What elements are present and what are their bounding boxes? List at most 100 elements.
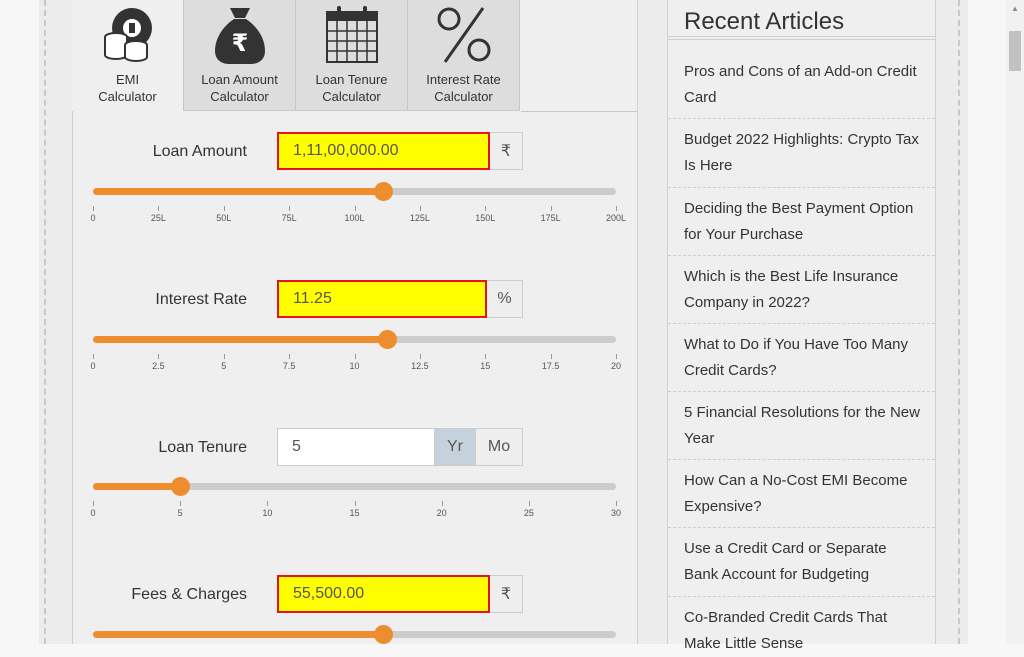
article-link[interactable]: 5 Financial Resolutions for the New Year	[684, 400, 924, 452]
interest-rate-scale: 0 2.5 5 7.5 10 12.5 15 17.5 20	[90, 354, 621, 374]
scale-tick	[354, 501, 356, 506]
loan-tenure-input[interactable]	[277, 428, 435, 466]
tenure-year-toggle[interactable]: Yr	[435, 428, 476, 466]
scale-tick	[223, 354, 225, 359]
article-link[interactable]: Deciding the Best Payment Option for You…	[684, 196, 924, 248]
article-link[interactable]: What to Do if You Have Too Many Credit C…	[684, 332, 924, 384]
article-link[interactable]: How Can a No-Cost EMI Become Expensive?	[684, 468, 924, 520]
scale-tick	[354, 354, 356, 359]
interest-rate-input[interactable]	[277, 280, 487, 318]
title-divider	[668, 36, 935, 40]
tab-label-line1: EMI	[115, 72, 140, 87]
scale-tick	[419, 354, 421, 359]
scale-tick-label: 100L	[344, 213, 365, 223]
loan-amount-label: Loan Amount	[152, 143, 247, 160]
scale-tick-label: 50L	[216, 213, 232, 223]
interest-rate-label: Interest Rate	[155, 291, 247, 308]
article-divider	[668, 255, 935, 256]
tenure-month-toggle[interactable]: Mo	[476, 428, 523, 466]
article-link[interactable]: Co-Branded Credit Cards That Make Little…	[684, 605, 924, 657]
tab-loan-amount-calculator[interactable]: ₹ Loan Amount Calculator	[184, 0, 296, 111]
loan-amount-input[interactable]	[277, 132, 490, 170]
scale-tick	[267, 501, 269, 506]
tab-interest-rate-calculator[interactable]: Interest Rate Calculator	[408, 0, 520, 111]
scale-tick	[550, 206, 552, 211]
right-dashed-border	[958, 0, 960, 644]
fees-charges-input[interactable]	[277, 575, 490, 613]
calendar-icon	[296, 4, 407, 66]
scale-tick-label: 150L	[475, 213, 496, 223]
loan-tenure-scale: 0 5 10 15 20 25 30	[90, 501, 621, 521]
article-divider	[668, 187, 935, 188]
tab-label-line2: Calculator	[98, 89, 157, 104]
scale-tick	[223, 206, 225, 211]
scale-tick-label: 7.5	[282, 361, 296, 371]
article-divider	[668, 391, 935, 392]
loan-amount-scale: 0 25L 50L 75L 100L 125L 150L 175L 200L	[90, 206, 626, 226]
scroll-up-arrow-icon[interactable]: ▲	[1006, 0, 1024, 17]
page-scrollbar[interactable]: ▲	[1006, 0, 1024, 644]
scale-tick-label: 20	[436, 508, 447, 518]
tab-label-line1: Loan Tenure	[315, 72, 388, 87]
scale-tick	[441, 501, 443, 506]
scale-tick	[93, 206, 94, 211]
svg-text:₹: ₹	[231, 29, 248, 57]
scale-tick-label: 15	[480, 361, 491, 371]
slider-fill	[93, 483, 181, 490]
scale-tick-label: 175L	[540, 213, 561, 223]
scale-tick	[289, 354, 291, 359]
article-divider	[668, 118, 935, 119]
rupee-unit-addon: ₹	[490, 132, 523, 170]
loan-tenure-label: Loan Tenure	[158, 439, 247, 456]
scale-tick	[616, 501, 617, 506]
article-link[interactable]: Budget 2022 Highlights: Crypto Tax Is He…	[684, 127, 924, 179]
scale-tick	[93, 501, 94, 506]
scale-tick-label: 12.5	[411, 361, 429, 371]
article-divider	[668, 323, 935, 324]
slider-fill	[93, 188, 384, 195]
tab-label-line2: Calculator	[210, 89, 269, 104]
article-divider	[668, 527, 935, 528]
tab-loan-tenure-calculator[interactable]: Loan Tenure Calculator	[296, 0, 408, 111]
tab-emi-calculator[interactable]: EMI Calculator	[72, 0, 184, 111]
rupee-unit-addon: ₹	[490, 575, 523, 613]
scale-tick-label: 5	[177, 508, 183, 518]
scale-tick	[419, 206, 421, 211]
scale-tick-label: 0	[90, 361, 96, 371]
tab-label-line1: Interest Rate	[426, 72, 501, 87]
tab-label-line2: Calculator	[434, 89, 493, 104]
scale-tick-label: 125L	[409, 213, 430, 223]
scale-tick	[158, 354, 160, 359]
interest-rate-slider[interactable]	[93, 330, 616, 349]
loan-tenure-slider[interactable]	[93, 477, 616, 496]
scale-tick-label: 30	[610, 508, 622, 518]
percent-unit-addon: %	[487, 280, 523, 318]
scale-tick	[485, 354, 487, 359]
scale-tick	[93, 354, 94, 359]
article-link[interactable]: Which is the Best Life Insurance Company…	[684, 264, 924, 316]
tab-underline	[521, 111, 637, 112]
scale-tick-label: 17.5	[541, 361, 560, 371]
scale-tick	[550, 354, 552, 359]
scale-tick-label: 0	[90, 508, 96, 518]
scroll-thumb[interactable]	[1009, 31, 1021, 71]
scale-tick	[354, 206, 356, 211]
article-link[interactable]: Use a Credit Card or Separate Bank Accou…	[684, 536, 924, 588]
article-link[interactable]: Pros and Cons of an Add-on Credit Card	[684, 59, 924, 111]
loan-amount-slider[interactable]	[93, 182, 616, 201]
scale-tick-label: 0	[90, 213, 96, 223]
scale-tick-label: 2.5	[152, 361, 165, 371]
fees-charges-label: Fees & Charges	[131, 586, 247, 603]
slider-fill	[93, 631, 384, 638]
scale-tick-label: 25L	[150, 213, 166, 223]
tab-label-line2: Calculator	[322, 89, 381, 104]
slider-fill	[93, 336, 388, 343]
scale-tick-label: 10	[262, 508, 273, 518]
scale-tick-label: 5	[221, 361, 227, 371]
fees-charges-slider[interactable]	[93, 625, 616, 644]
scale-tick	[616, 206, 617, 211]
scale-tick-label: 15	[349, 508, 360, 518]
money-bag-rupee-icon: ₹	[184, 4, 295, 66]
article-divider	[668, 596, 935, 597]
scale-tick-label: 75L	[281, 213, 297, 223]
